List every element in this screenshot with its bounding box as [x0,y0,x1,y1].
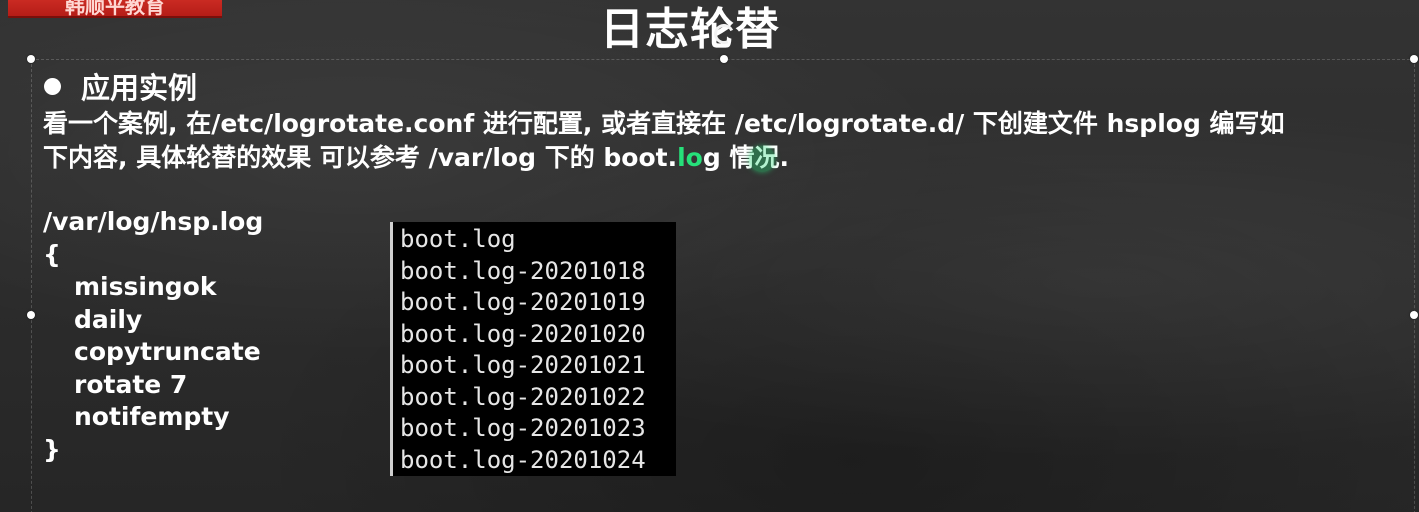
resize-handle-middle-left[interactable] [27,311,35,319]
config-directive: missingok [74,272,217,301]
description-text: 看一个案例, 在/etc/logrotate.conf 进行配置, 或者直接在 … [43,107,1403,175]
config-open-brace: { [43,239,61,269]
section-heading: 应用实例 [44,69,197,107]
terminal-file-entry: boot.log-20201023 [400,414,646,442]
config-directive: daily [74,304,143,334]
config-directive: rotate 7 [74,369,188,399]
terminal-screenshot: boot.log boot.log-20201018 boot.log-2020… [390,222,676,476]
terminal-file-entry: boot.log-20201018 [400,256,646,285]
resize-handle-top-left[interactable] [27,55,35,63]
terminal-file-entry: boot.log [400,225,516,253]
slide-title: 日志轮替 [600,4,780,55]
description-line-2-end: g 情况. [702,143,789,172]
resize-handle-top-right[interactable] [1410,55,1418,63]
terminal-file-entry: boot.log-20201021 [400,351,646,379]
description-line-1: 看一个案例, 在/etc/logrotate.conf 进行配置, 或者直接在 … [43,109,1285,138]
bullet-icon [44,78,61,95]
mouse-cursor-highlight-icon [749,146,775,172]
config-close-brace: } [43,434,61,464]
config-path: /var/log/hsp.log [43,207,264,236]
terminal-file-entry: boot.log-20201022 [400,382,646,411]
config-directive: copytruncate [74,337,261,366]
resize-handle-middle-right[interactable] [1410,311,1418,319]
terminal-file-entry: boot.log-20201019 [400,288,646,316]
terminal-file-entry: boot.log-20201024 [400,445,646,474]
config-block: /var/log/hsp.log { missingok daily copyt… [43,206,263,466]
slide-canvas: 韩顺平教育 日志轮替 应用实例 看一个案例, 在/etc/logrotate.c… [0,0,1419,512]
description-line-2: 下内容, 具体轮替的效果 可以参考 /var/log 下的 boot.log 情… [43,141,1403,175]
config-directive: notifempty [74,402,230,431]
terminal-file-entry: boot.log-20201020 [400,319,646,348]
description-highlight: lo [677,143,703,172]
section-heading-text: 应用实例 [81,71,198,105]
description-line-2-start: 下内容, 具体轮替的效果 可以参考 /var/log 下的 boot. [43,143,678,172]
resize-handle-top-center[interactable] [720,55,728,63]
